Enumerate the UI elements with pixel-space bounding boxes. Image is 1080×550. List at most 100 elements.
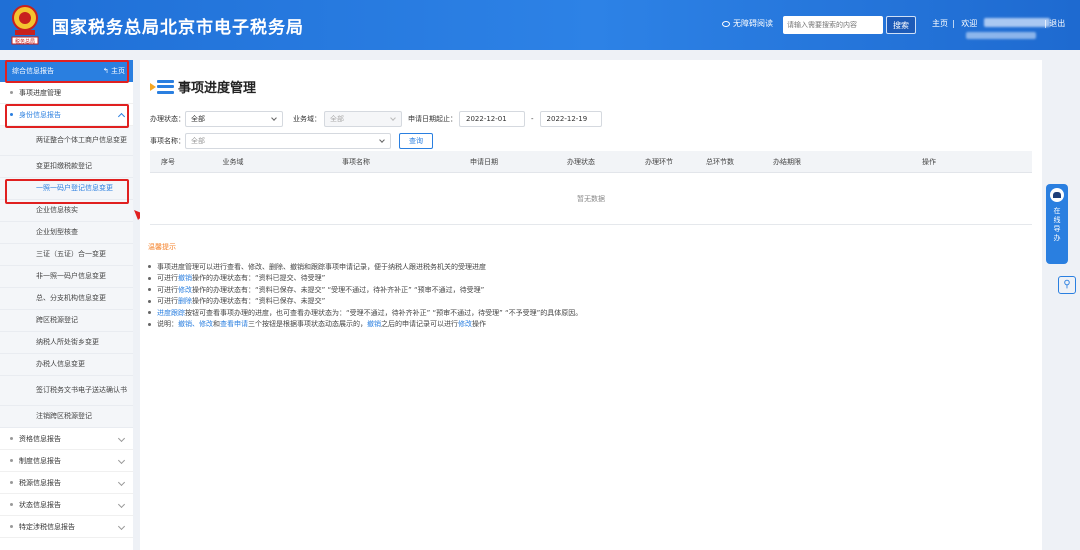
col-header: 事项名称 (342, 157, 370, 166)
sidebar-item-label: 状态信息报告 (19, 500, 61, 509)
search-input[interactable] (783, 16, 883, 34)
tips-title: 温馨提示 (148, 243, 176, 251)
sub-item[interactable]: 三证（五证）合一变更 (0, 244, 133, 266)
main-panel: 事项进度管理 办理状态： 全部 业务域： 全部 申请日期起止： 2022-12-… (140, 60, 1042, 550)
bullet-icon (148, 288, 151, 292)
bullet-icon (10, 91, 13, 94)
date-to-input[interactable]: 2022-12-19 (539, 111, 602, 127)
tip-text: 操作的办理状态有：“资料已保存、未提交” “受理不通过，待补齐补正” “预审不通… (192, 285, 485, 294)
sidebar-header-label: 综合信息报告 (12, 67, 54, 75)
sub-item[interactable]: 纳税人所处街乡变更 (0, 332, 133, 354)
user-service-icon[interactable]: ⚲ (1058, 276, 1076, 294)
chevron-down-icon (117, 522, 126, 531)
sub-item[interactable]: 非一照一码户信息变更 (0, 266, 133, 288)
sidebar-item-label: 特定涉税信息报告 (19, 522, 75, 531)
top-header: 税务总局 国家税务总局北京市电子税务局 无障碍阅读 搜索 主页| 欢迎 | 退出 (0, 0, 1080, 50)
eye-icon (722, 21, 730, 27)
tip-line: 进度跟踪 按钮可查看事项办理的进度，也可查看办理状态为：“受理不通过，待补齐补正”… (148, 307, 582, 319)
tip-text: 按钮可查看事项办理的进度，也可查看办理状态为：“受理不通过，待补齐补正” “预审… (185, 308, 583, 317)
query-button[interactable]: 查询 (399, 133, 433, 149)
col-header: 业务域 (222, 157, 244, 166)
col-header: 序号 (161, 157, 175, 166)
sidebar-item-specific[interactable]: 特定涉税信息报告 (0, 516, 133, 538)
sub-item-active[interactable]: 一照一码户登记信息变更 (0, 178, 133, 200)
sidebar-home-link[interactable]: ↰ 主页 (103, 66, 125, 76)
tip-keyword: 撤销 (178, 274, 192, 283)
col-header: 办理环节 (645, 157, 673, 166)
accessible-reading-link[interactable]: 无障碍阅读 (722, 18, 773, 29)
col-header: 办结期限 (773, 157, 801, 166)
sub-item[interactable]: 总、分支机构信息变更 (0, 288, 133, 310)
date-to-value: 2022-12-19 (546, 115, 588, 123)
tip-line: 事项进度管理可以进行查看、修改、删除、撤销和跟踪事项申请记录，便于纳税人跟进税务… (148, 261, 582, 273)
status-select[interactable]: 全部 (185, 111, 283, 127)
sidebar-item-status[interactable]: 状态信息报告 (0, 494, 133, 516)
tip-text: 操作的办理状态有：“资料已提交、待受理” (192, 274, 326, 283)
sidebar-item-identity[interactable]: 身份信息报告 (0, 104, 133, 126)
date-from-input[interactable]: 2022-12-01 (459, 111, 525, 127)
page-title: 事项进度管理 (178, 81, 257, 96)
bullet-icon (148, 311, 151, 315)
col-header: 申请日期 (470, 157, 498, 166)
chevron-down-icon (117, 434, 126, 443)
item-name-select[interactable]: 全部 (185, 133, 391, 149)
sidebar-item-label: 身份信息报告 (19, 110, 61, 119)
page-title-wrap: 事项进度管理 (150, 77, 256, 96)
sidebar-item-tax-source[interactable]: 税源信息报告 (0, 472, 133, 494)
tip-text: 可进行 (157, 297, 178, 306)
sub-item[interactable]: 两证整合个体工商户信息变更 (0, 126, 133, 156)
chevron-up-icon (117, 112, 126, 121)
domain-select[interactable]: 全部 (324, 111, 402, 127)
tip-text: 三个按钮是根据事项状态动态展示的， (248, 320, 367, 329)
chevron-down-icon (117, 478, 126, 487)
home-link[interactable]: 主页 (932, 19, 948, 28)
logout-link[interactable]: | 退出 (1044, 18, 1065, 29)
sub-item[interactable]: 变更扣缴税款登记 (0, 156, 133, 178)
date-from-value: 2022-12-01 (466, 115, 507, 123)
tip-keyword: 撤销、修改 (178, 320, 213, 329)
sub-item[interactable]: 企业信息核实 (0, 200, 133, 222)
tip-line: 可进行 修改 操作的办理状态有：“资料已保存、未提交” “受理不通过，待补齐补正” … (148, 284, 582, 296)
status-value: 全部 (191, 115, 205, 123)
date-range-label: 申请日期起止： (408, 115, 457, 123)
sidebar-item-system[interactable]: 制度信息报告 (0, 450, 133, 472)
sidebar-item-label: 资格信息报告 (19, 434, 61, 443)
guide-char: 线 (1053, 216, 1061, 224)
tip-text: 说明： (157, 320, 178, 329)
tip-keyword: 撤销 (367, 320, 381, 329)
table-empty: 暂无数据 (150, 173, 1032, 225)
logout-label: 退出 (1049, 19, 1066, 28)
search-button[interactable]: 搜索 (886, 16, 916, 34)
sidebar-home-label: 主页 (111, 67, 125, 75)
sidebar-item-label: 税源信息报告 (19, 478, 61, 487)
online-guide-button[interactable]: 在 线 导 办 (1046, 184, 1068, 264)
tips-section: 温馨提示 事项进度管理可以进行查看、修改、删除、撤销和跟踪事项申请记录，便于纳税… (148, 242, 582, 330)
sidebar-item-label: 制度信息报告 (19, 456, 61, 465)
tip-keyword: 修改 (178, 285, 192, 294)
tip-line: 说明： 撤销、修改和查看申请 三个按钮是根据事项状态动态展示的， 撤销 之后的申请记录可… (148, 319, 582, 331)
guide-char: 导 (1053, 225, 1061, 233)
domain-label: 业务域： (293, 115, 321, 123)
sidebar-item-qualification[interactable]: 资格信息报告 (0, 428, 133, 450)
site-title: 国家税务总局北京市电子税务局 (52, 18, 304, 38)
bullet-icon (10, 503, 13, 506)
tip-text: 和 (213, 320, 220, 329)
sub-item[interactable]: 注销跨区税源登记 (0, 406, 133, 428)
tip-keyword: 进度跟踪 (157, 308, 185, 317)
sidebar: 综合信息报告 ↰ 主页 事项进度管理 身份信息报告 两证整合个体工商户信息变更 … (0, 60, 133, 550)
sub-item[interactable]: 办税人信息变更 (0, 354, 133, 376)
guide-avatar-icon (1050, 188, 1064, 202)
top-links: 主页 | 欢迎 (932, 18, 1054, 29)
sidebar-item-progress[interactable]: 事项进度管理 (0, 82, 133, 104)
chevron-down-icon (117, 500, 126, 509)
sub-item[interactable]: 企业划型核查 (0, 222, 133, 244)
accessible-reading-label: 无障碍阅读 (733, 19, 773, 28)
sidebar-header[interactable]: 综合信息报告 ↰ 主页 (0, 60, 133, 82)
guide-char: 在 (1053, 207, 1061, 215)
tip-text: 事项进度管理可以进行查看、修改、删除、撤销和跟踪事项申请记录，便于纳税人跟进税务… (157, 262, 486, 271)
sidebar-item-label: 事项进度管理 (19, 88, 61, 97)
sub-item[interactable]: 签订税务文书电子送达确认书 (0, 376, 133, 406)
sub-item[interactable]: 跨区税源登记 (0, 310, 133, 332)
tips-list: 事项进度管理可以进行查看、修改、删除、撤销和跟踪事项申请记录，便于纳税人跟进税务… (148, 261, 582, 330)
domain-value: 全部 (330, 115, 344, 123)
